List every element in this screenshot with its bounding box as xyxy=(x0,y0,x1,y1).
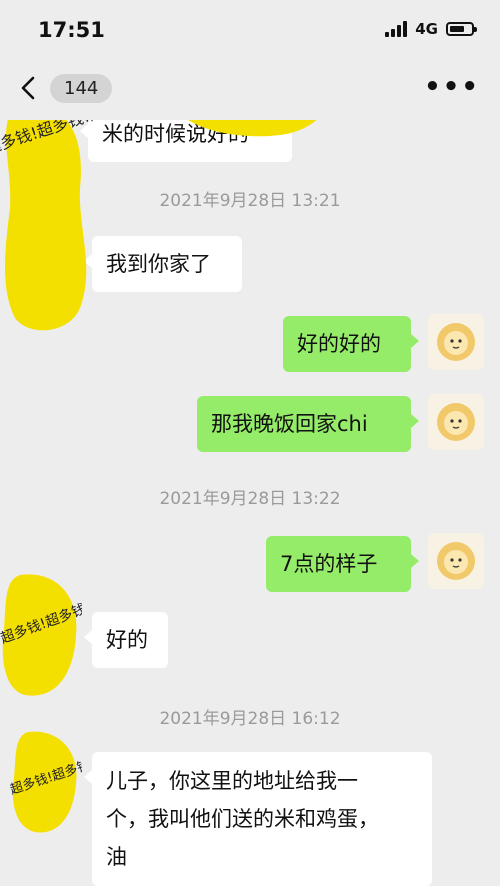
privacy-sticker: 超多钱!超多钱!超多钱!超多钱!超多钱!超多钱! xyxy=(10,728,82,838)
message-text-line: 个，我叫他们送的米和鸡蛋， xyxy=(106,807,379,831)
signal-icon xyxy=(385,21,408,37)
message-text-line: 油 xyxy=(106,845,127,869)
lion-avatar-icon xyxy=(437,542,475,580)
unread-count-badge: 144 xyxy=(50,73,113,103)
status-time: 17:51 xyxy=(38,18,105,42)
message-bubble-outgoing[interactable]: 那我晚饭回家chi xyxy=(197,396,419,452)
user-avatar[interactable] xyxy=(428,394,484,450)
message-bubble-incoming[interactable]: 我到你家了 xyxy=(84,236,242,292)
privacy-sticker: 超多钱!超多钱!超多钱!超多钱!超多钱!超多钱! xyxy=(0,570,82,700)
message-text: 7点的样子 xyxy=(280,552,378,576)
message-text: 好的 xyxy=(106,628,148,652)
timestamp: 2021年9月28日 16:12 xyxy=(159,709,341,729)
chat-area: 米的时候说好的 2021年9月28日 13:21 我到你家了 好的好的 那我晚饭… xyxy=(0,120,500,886)
message-text-line: 儿子，你这里的地址给我一 xyxy=(106,769,358,793)
back-button[interactable]: 144 xyxy=(14,73,113,103)
status-bar: 17:51 4G xyxy=(0,0,500,60)
message-bubble-outgoing[interactable]: 好的好的 xyxy=(283,316,419,372)
user-avatar[interactable] xyxy=(428,533,484,589)
chevron-left-icon xyxy=(21,76,35,100)
lion-avatar-icon xyxy=(437,323,475,361)
message-text: 好的好的 xyxy=(297,332,381,356)
lion-avatar-icon xyxy=(437,403,475,441)
message-bubble-incoming[interactable]: 儿子，你这里的地址给我一 个，我叫他们送的米和鸡蛋， 油 xyxy=(84,752,432,886)
nav-bar: 144 ••• xyxy=(0,60,500,120)
message-text: 我到你家了 xyxy=(106,252,211,276)
message-bubble-outgoing[interactable]: 7点的样子 xyxy=(266,536,419,592)
privacy-sticker: 超多钱!超多钱!超多钱!超多钱!超多钱!超多钱! xyxy=(170,120,340,140)
status-icons: 4G xyxy=(385,20,477,38)
battery-icon xyxy=(446,22,477,36)
message-bubble-incoming[interactable]: 好的 xyxy=(84,612,168,668)
timestamp: 2021年9月28日 13:22 xyxy=(159,489,341,509)
user-avatar[interactable] xyxy=(428,314,484,370)
message-text: 那我晚饭回家chi xyxy=(211,412,368,436)
privacy-sticker: 超多钱!超多钱!超多钱!超多钱!超多钱!超多钱! xyxy=(0,120,100,338)
more-options-icon[interactable]: ••• xyxy=(424,74,480,100)
network-type: 4G xyxy=(415,20,438,38)
